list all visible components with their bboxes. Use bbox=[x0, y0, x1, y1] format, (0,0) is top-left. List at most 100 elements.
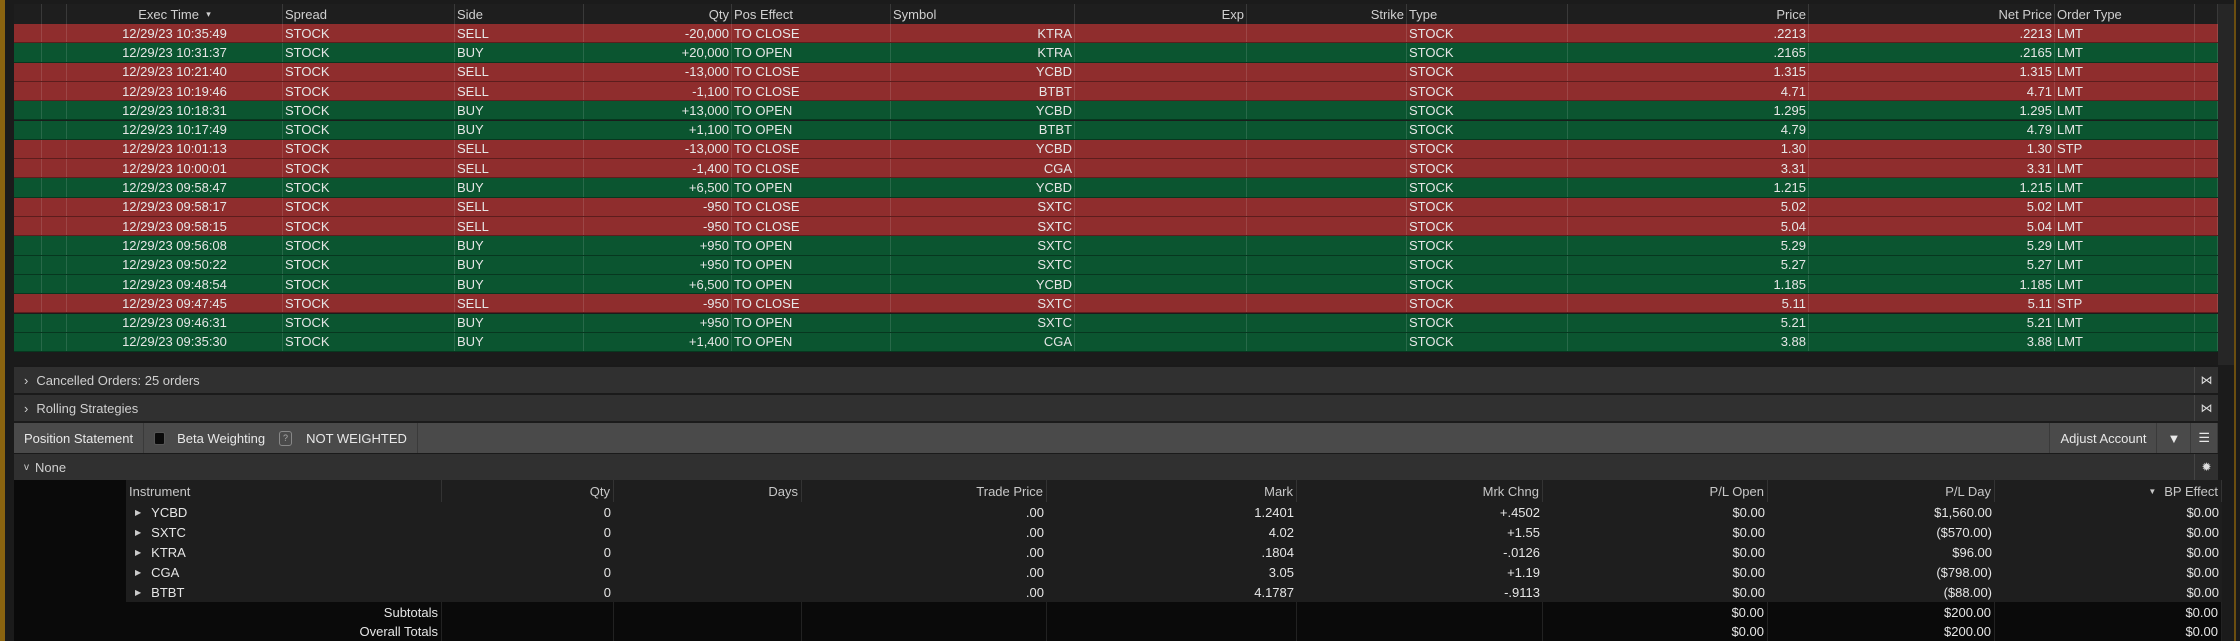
side: SELL bbox=[455, 294, 584, 313]
col-exec-time[interactable]: Exec Time ▾ bbox=[67, 4, 283, 24]
expand-triangle-icon[interactable]: ▶ bbox=[135, 508, 141, 517]
price: 3.31 bbox=[1568, 159, 1809, 178]
col-days[interactable]: Days bbox=[614, 480, 802, 502]
bp-effect: $0.00 bbox=[2186, 524, 2219, 540]
qty: -950 bbox=[584, 294, 732, 313]
pl-open: $0.00 bbox=[1732, 524, 1765, 540]
col-trade-price[interactable]: Trade Price bbox=[802, 480, 1047, 502]
scrollbar[interactable] bbox=[2218, 4, 2234, 365]
left-gutter bbox=[14, 480, 126, 641]
spread: STOCK bbox=[283, 62, 455, 81]
order-row[interactable]: 12/29/23 10:00:01 STOCK SELL -1,400 TO C… bbox=[14, 159, 2218, 179]
order-type: LMT bbox=[2055, 24, 2195, 43]
instrument: YCBD bbox=[151, 504, 188, 520]
order-row[interactable]: 12/29/23 10:21:40 STOCK SELL -13,000 TO … bbox=[14, 62, 2218, 82]
position-row[interactable]: ▶ BTBT 0 .00 4.1787 -.9113 $0.00 ($88.00)… bbox=[126, 582, 2222, 602]
cancelled-orders-section[interactable]: › Cancelled Orders: 25 orders ⋈ bbox=[14, 365, 2218, 393]
spread: STOCK bbox=[283, 159, 455, 178]
section-label: Cancelled Orders: 25 orders bbox=[36, 372, 200, 388]
bp-effect: $0.00 bbox=[2186, 564, 2219, 580]
net-price: 1.295 bbox=[1809, 101, 2055, 120]
price: 1.215 bbox=[1568, 178, 1809, 197]
order-row[interactable]: 12/29/23 10:19:46 STOCK SELL -1,100 TO C… bbox=[14, 81, 2218, 102]
order-row[interactable]: 12/29/23 10:01:13 STOCK SELL -13,000 TO … bbox=[14, 139, 2218, 160]
mark: 4.02 bbox=[1268, 524, 1294, 540]
type: STOCK bbox=[1407, 62, 1568, 81]
spread: STOCK bbox=[283, 255, 455, 274]
order-row[interactable]: 12/29/23 09:46:31 STOCK BUY +950 TO OPEN… bbox=[14, 313, 2218, 333]
order-row[interactable]: 12/29/23 10:18:31 STOCK BUY +13,000 TO O… bbox=[14, 101, 2218, 121]
col-pl-day[interactable]: P/L Day bbox=[1768, 480, 1995, 502]
strike bbox=[1247, 236, 1407, 255]
order-row[interactable]: 12/29/23 09:58:47 STOCK BUY +6,500 TO OP… bbox=[14, 178, 2218, 198]
col-spread[interactable]: Spread bbox=[283, 4, 455, 24]
order-row[interactable]: 12/29/23 10:31:37 STOCK BUY +20,000 TO O… bbox=[14, 43, 2218, 63]
col-type[interactable]: Type bbox=[1407, 4, 1568, 24]
rolling-strategies-section[interactable]: › Rolling Strategies ⋈ bbox=[14, 393, 2218, 421]
expand-triangle-icon[interactable]: ▶ bbox=[135, 528, 141, 537]
qty: +950 bbox=[584, 255, 732, 274]
order-row[interactable]: 12/29/23 10:17:49 STOCK BUY +1,100 TO OP… bbox=[14, 120, 2218, 140]
col-qty[interactable]: Qty bbox=[442, 480, 614, 502]
adjust-account-button[interactable]: Adjust Account bbox=[2049, 423, 2158, 453]
side: SELL bbox=[455, 197, 584, 216]
position-row[interactable]: ▶ KTRA 0 .00 .1804 -.0126 $0.00 $96.00 $0… bbox=[126, 542, 2222, 562]
order-row[interactable]: 12/29/23 09:35:30 STOCK BUY +1,400 TO OP… bbox=[14, 332, 2218, 353]
beta-weighting-value[interactable]: NOT WEIGHTED bbox=[306, 431, 407, 446]
beta-weighting-checkbox[interactable] bbox=[154, 431, 166, 445]
collapse-icon[interactable]: ⋈ bbox=[2194, 367, 2218, 393]
col-bp-effect[interactable]: ▼ BP Effect bbox=[1995, 480, 2222, 502]
spread: STOCK bbox=[283, 101, 455, 120]
position-row[interactable]: ▶ SXTC 0 .00 4.02 +1.55 $0.00 ($570.00) $… bbox=[126, 522, 2222, 542]
order-row[interactable]: 12/29/23 09:58:17 STOCK SELL -950 TO CLO… bbox=[14, 197, 2218, 217]
order-row[interactable]: 12/29/23 09:50:22 STOCK BUY +950 TO OPEN… bbox=[14, 255, 2218, 275]
col-exp[interactable]: Exp bbox=[1075, 4, 1247, 24]
sort-icon: ▼ bbox=[2148, 486, 2157, 496]
position-statement-title: Position Statement bbox=[14, 423, 145, 453]
price: 5.27 bbox=[1568, 255, 1809, 274]
order-row[interactable]: 12/29/23 09:47:45 STOCK SELL -950 TO CLO… bbox=[14, 294, 2218, 314]
strike bbox=[1247, 101, 1407, 120]
order-row[interactable]: 12/29/23 09:56:08 STOCK BUY +950 TO OPEN… bbox=[14, 236, 2218, 256]
expand-triangle-icon[interactable]: ▶ bbox=[135, 548, 141, 557]
order-row[interactable]: 12/29/23 09:58:15 STOCK SELL -950 TO CLO… bbox=[14, 217, 2218, 237]
qty: -950 bbox=[584, 197, 732, 216]
days bbox=[614, 562, 802, 582]
col-qty[interactable]: Qty bbox=[584, 4, 732, 24]
col-strike[interactable]: Strike bbox=[1247, 4, 1407, 24]
col-pl-open[interactable]: P/L Open bbox=[1543, 480, 1768, 502]
group-none-row[interactable]: v None ✹ bbox=[14, 453, 2218, 480]
col-pos-effect[interactable]: Pos Effect bbox=[732, 4, 891, 24]
exec-time: 12/29/23 09:50:22 bbox=[67, 255, 283, 274]
order-type: LMT bbox=[2055, 43, 2195, 62]
position-row[interactable]: ▶ CGA 0 .00 3.05 +1.19 $0.00 ($798.00) $0… bbox=[126, 562, 2222, 582]
col-symbol[interactable]: Symbol bbox=[891, 4, 1075, 24]
menu-icon[interactable]: ☰ bbox=[2191, 423, 2218, 453]
col-mark[interactable]: Mark bbox=[1047, 480, 1297, 502]
help-icon[interactable]: ? bbox=[279, 430, 293, 446]
col-label: BP Effect bbox=[2164, 483, 2218, 499]
strike bbox=[1247, 294, 1407, 313]
gear-icon[interactable]: ✹ bbox=[2194, 454, 2218, 480]
col-price[interactable]: Price bbox=[1568, 4, 1809, 24]
expand-triangle-icon[interactable]: ▶ bbox=[135, 588, 141, 597]
order-type: LMT bbox=[2055, 159, 2195, 178]
net-price: 5.27 bbox=[1809, 255, 2055, 274]
col-side[interactable]: Side bbox=[455, 4, 584, 24]
pos-effect: TO CLOSE bbox=[732, 139, 891, 159]
col-order-type[interactable]: Order Type bbox=[2055, 4, 2195, 24]
order-row[interactable]: 12/29/23 10:35:49 STOCK SELL -20,000 TO … bbox=[14, 24, 2218, 44]
order-row[interactable]: 12/29/23 09:48:54 STOCK BUY +6,500 TO OP… bbox=[14, 274, 2218, 295]
position-row[interactable]: ▶ YCBD 0 .00 1.2401 +.4502 $0.00 $1,560.0… bbox=[126, 502, 2222, 522]
collapse-icon[interactable]: ⋈ bbox=[2194, 395, 2218, 421]
order-type: LMT bbox=[2055, 255, 2195, 274]
col-mrk-chng[interactable]: Mrk Chng bbox=[1297, 480, 1543, 502]
bp-effect: $0.00 bbox=[2186, 504, 2219, 520]
type: STOCK bbox=[1407, 178, 1568, 197]
filter-dropdown-icon[interactable]: ▼ bbox=[2157, 423, 2192, 453]
price: 5.02 bbox=[1568, 197, 1809, 216]
col-instrument[interactable]: Instrument bbox=[126, 480, 442, 502]
expand-triangle-icon[interactable]: ▶ bbox=[135, 568, 141, 577]
col-net-price[interactable]: Net Price bbox=[1809, 4, 2055, 24]
mrk-chng: -.0126 bbox=[1503, 544, 1540, 560]
